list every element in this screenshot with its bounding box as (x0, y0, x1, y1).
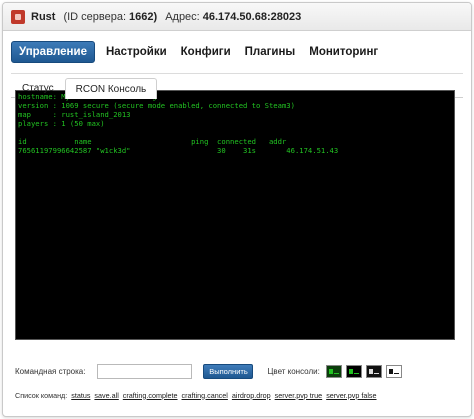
command-row: Командная строка: Выполнить Цвет консоли… (15, 362, 465, 380)
console-color-label: Цвет консоли: (267, 366, 320, 376)
address-label: Адрес: (165, 10, 200, 23)
console-color-swatch-dark-green[interactable] (325, 364, 342, 378)
command-label: Командная строка: (15, 366, 86, 376)
command-link-save-all[interactable]: save.all (94, 391, 118, 400)
command-link-crafting-cancel[interactable]: crafting.cancel (182, 391, 228, 400)
command-input[interactable] (97, 363, 193, 379)
nav-manage[interactable]: Управление (11, 41, 95, 63)
execute-button[interactable]: Выполнить (203, 363, 254, 379)
console-color-swatch-black-white[interactable] (365, 364, 382, 378)
nav-configs[interactable]: Конфиги (174, 41, 238, 63)
tab-status[interactable]: Статус (11, 78, 65, 98)
nav-settings[interactable]: Настройки (99, 41, 174, 63)
nav-divider (11, 73, 463, 74)
tab-rcon-console[interactable]: RCON Консоль (64, 78, 158, 99)
console-line: map : rust_island_2013 (18, 110, 131, 119)
rust-game-icon (11, 9, 25, 24)
command-link-status[interactable]: status (71, 391, 90, 400)
console-color-swatch-black-green[interactable] (345, 364, 362, 378)
server-id-label: (ID сервера: (63, 10, 127, 23)
command-list: Список команд: status save.all crafting.… (15, 389, 465, 401)
nav-monitoring[interactable]: Мониторинг (302, 41, 385, 63)
game-name: Rust (31, 10, 56, 23)
console-line: 76561197996642587 "w1ck3d" 30 31s 46.174… (18, 146, 339, 155)
server-header: Rust (ID сервера: 1662) Адрес: 46.174.50… (3, 3, 471, 31)
console-line: players : 1 (50 max) (18, 119, 105, 128)
address-value: 46.174.50.68:28023 (202, 10, 302, 23)
command-link-airdrop-drop[interactable]: airdrop.drop (232, 391, 271, 400)
server-id-value: 1662) (129, 10, 158, 23)
console-color-swatch-white-black[interactable] (385, 364, 402, 378)
command-list-label: Список команд: (15, 390, 68, 400)
rcon-console-output[interactable]: hostname: MyArena.ru GameHosting version… (15, 90, 455, 340)
console-line: version : 1069 secure (secure mode enabl… (18, 101, 295, 110)
main-nav: Управление Настройки Конфиги Плагины Мон… (11, 39, 463, 65)
nav-plugins[interactable]: Плагины (238, 41, 303, 63)
command-link-pvp-true[interactable]: server.pvp true (275, 391, 323, 400)
command-link-crafting-complete[interactable]: crafting.complete (123, 391, 178, 400)
command-link-pvp-false[interactable]: server.pvp false (326, 391, 376, 400)
console-line: id name ping connected addr (18, 137, 287, 146)
